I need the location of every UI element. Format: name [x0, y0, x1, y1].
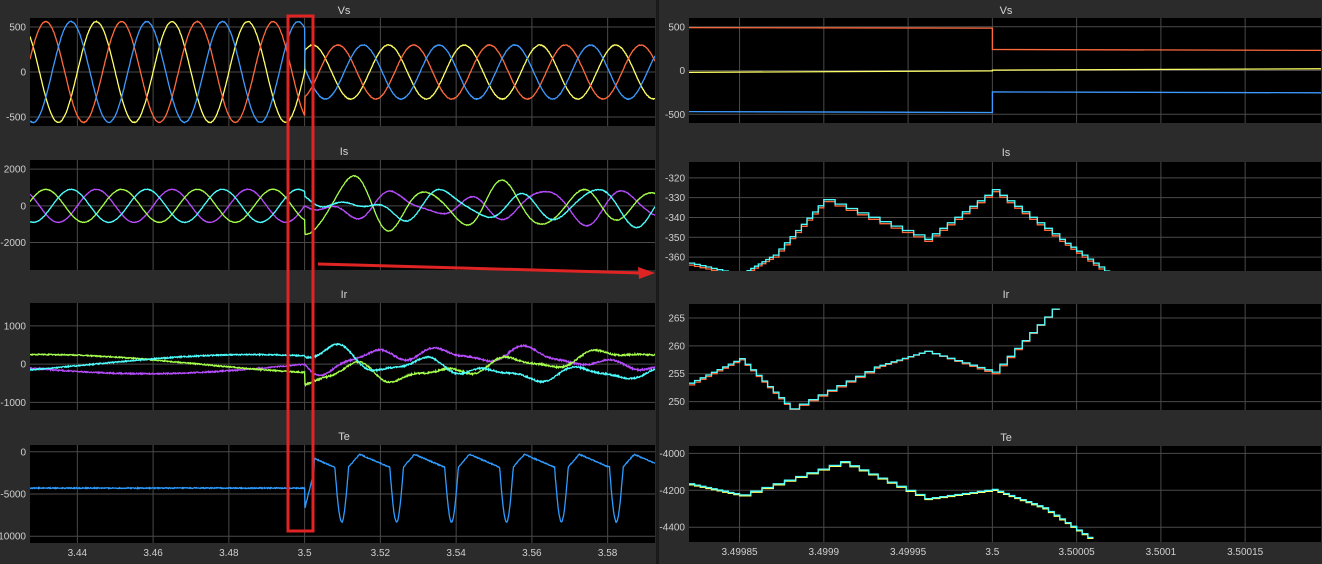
plot-left-ir: Ir 1000 0 -1000: [0, 289, 655, 410]
x-tick-label: 3.56: [522, 548, 542, 559]
plot-title: Is: [340, 146, 349, 158]
plot-left-te: Te 0 -5000 -10000 3.44 3.46 3.48 3.5 3.52 3.54 3.…: [0, 431, 655, 559]
y-tick-label: -4000: [659, 449, 685, 460]
x-tick-label: 3.52: [371, 548, 391, 559]
y-tick-label: -360: [665, 253, 685, 264]
x-tick-label: 3.58: [598, 548, 618, 559]
plot-title: Vs: [338, 5, 351, 17]
x-tick-label: 3.4999: [809, 547, 840, 558]
y-tick-label: -500: [6, 113, 26, 124]
y-tick-label: 2000: [4, 165, 27, 176]
x-tick-label: 3.54: [446, 548, 466, 559]
plot-title: Vs: [1000, 5, 1013, 17]
plot-right-ir: Ir 265 260 255 250: [668, 289, 1321, 410]
x-tick-label: 3.46: [143, 548, 163, 559]
plot-area: [30, 303, 655, 410]
y-tick-label: 260: [668, 341, 685, 352]
y-tick-label: 0: [679, 66, 685, 77]
x-tick-label: 3.44: [68, 548, 88, 559]
y-tick-label: 0: [20, 201, 26, 212]
y-tick-label: -4400: [659, 523, 685, 534]
plot-right-vs: Vs 500 0 -500: [665, 5, 1321, 123]
plot-right-is: Is -320 -330 -340 -350 -360: [665, 147, 1321, 271]
y-tick-label: -330: [665, 193, 685, 204]
y-tick-label: 250: [668, 397, 685, 408]
plot-title: Ir: [341, 289, 348, 301]
y-tick-label: -4200: [659, 486, 685, 497]
x-tick-label: 3.50015: [1227, 547, 1264, 558]
y-tick-label: 500: [668, 22, 685, 33]
plot-right-te: Te -4000 -4200 -4400 3.49985 3.4999 3.49995 3.…: [659, 432, 1321, 558]
x-tick-label: 3.5001: [1146, 547, 1177, 558]
plot-title: Is: [1002, 147, 1011, 159]
x-tick-label: 3.49985: [721, 547, 758, 558]
plot-left-vs: Vs 500 0 -500: [6, 5, 655, 126]
y-tick-label: -5000: [0, 490, 26, 501]
x-tick-label: 3.5: [985, 547, 999, 558]
figure-divider: [656, 0, 659, 564]
x-tick-label: 3.48: [219, 548, 239, 559]
y-tick-label: -340: [665, 213, 685, 224]
plot-title: Te: [1000, 432, 1012, 444]
plot-title: Ir: [1003, 289, 1010, 301]
y-tick-label: 500: [9, 23, 26, 34]
x-tick-label: 3.49995: [890, 547, 927, 558]
plot-title: Te: [338, 431, 350, 443]
y-tick-label: 0: [20, 447, 26, 458]
y-tick-label: 255: [668, 369, 685, 380]
y-tick-label: 0: [20, 68, 26, 79]
x-tick-label: 3.50005: [1059, 547, 1096, 558]
y-tick-label: -350: [665, 233, 685, 244]
y-tick-label: -500: [665, 110, 685, 121]
scope-figure: Vs 5000-500 Is 20000-2000 Ir 10000-1000 …: [0, 0, 1322, 564]
y-tick-label: -2000: [0, 238, 26, 249]
y-tick-label: -1000: [0, 398, 26, 409]
plot-area: [689, 304, 1321, 410]
y-tick-label: -10000: [0, 532, 26, 543]
y-tick-label: -320: [665, 173, 685, 184]
y-tick-label: 0: [20, 360, 26, 371]
y-tick-label: 1000: [4, 321, 27, 332]
x-tick-label: 3.5: [298, 548, 312, 559]
y-tick-label: 265: [668, 313, 685, 324]
plot-left-is: Is 2000 0 -2000: [0, 146, 655, 270]
plot-area: [30, 160, 655, 270]
